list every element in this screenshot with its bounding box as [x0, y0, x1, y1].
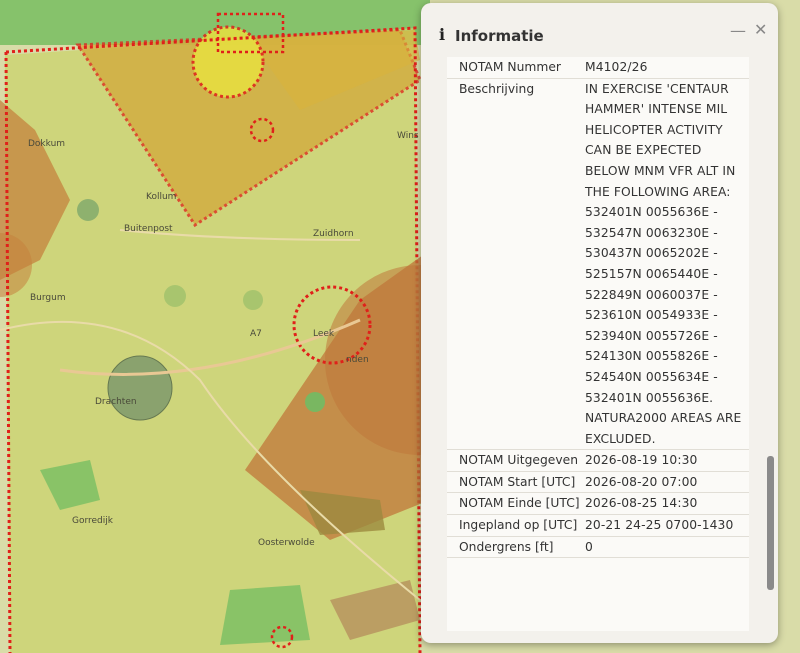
scrollbar-thumb[interactable] — [767, 456, 774, 590]
row-value: 0 — [585, 539, 593, 554]
table-row: NOTAM Start [UTC] 2026-08-20 07:00 — [447, 472, 749, 494]
panel-header: i Informatie — ✕ — [421, 3, 778, 57]
map-label: Leek — [313, 329, 335, 339]
close-button[interactable]: ✕ — [754, 20, 767, 39]
details-table[interactable]: NOTAM Nummer M4102/26 Beschrijving IN EX… — [447, 57, 749, 631]
table-row: NOTAM Einde [UTC] 2026-08-25 14:30 — [447, 493, 749, 516]
row-value: 2026-08-19 10:30 — [585, 453, 698, 468]
row-key: NOTAM Nummer — [459, 60, 561, 74]
map-label: Dokkum — [28, 139, 65, 149]
row-value: 2026-08-25 14:30 — [585, 496, 698, 511]
row-key: Ondergrens [ft] — [459, 539, 554, 554]
row-key: Ingepland op [UTC] — [459, 518, 578, 533]
panel-title: Informatie — [455, 27, 544, 45]
map-label: nden — [346, 355, 369, 365]
table-row: NOTAM Nummer M4102/26 — [447, 57, 749, 79]
map-label: Drachten — [95, 397, 137, 407]
map-label: Oosterwolde — [258, 538, 315, 548]
map-label: Buitenpost — [124, 224, 173, 234]
table-row: Ingepland op [UTC] 20-21 24-25 0700-1430 — [447, 515, 749, 537]
row-value: 2026-08-20 07:00 — [585, 474, 698, 489]
map-label: Burgum — [30, 293, 66, 303]
drachten-zone — [107, 355, 173, 421]
row-key: NOTAM Start [UTC] — [459, 474, 576, 489]
map-label: Kollum — [146, 192, 176, 202]
row-value: M4102/26 — [585, 60, 648, 74]
table-row: NOTAM Uitgegeven 2026-08-19 10:30 — [447, 450, 749, 472]
map-label: Zuidhorn — [313, 229, 354, 239]
information-panel[interactable]: i Informatie — ✕ NOTAM Nummer M4102/26 B… — [421, 3, 778, 643]
map-label: Wins — [397, 131, 419, 141]
row-value: IN EXERCISE 'CENTAUR HAMMER' INTENSE MIL… — [585, 81, 742, 446]
table-row: Beschrijving IN EXERCISE 'CENTAUR HAMMER… — [447, 79, 749, 451]
map-label: Gorredijk — [72, 516, 114, 526]
table-row: Ondergrens [ft] 0 — [447, 537, 749, 559]
info-icon: i — [439, 25, 446, 44]
minimize-button[interactable]: — — [730, 21, 746, 40]
row-key: NOTAM Uitgegeven — [459, 453, 578, 468]
row-value: 20-21 24-25 0700-1430 — [585, 518, 734, 533]
row-key: Beschrijving — [459, 81, 535, 96]
map-label: A7 — [250, 329, 262, 339]
row-key: NOTAM Einde [UTC] — [459, 496, 580, 511]
